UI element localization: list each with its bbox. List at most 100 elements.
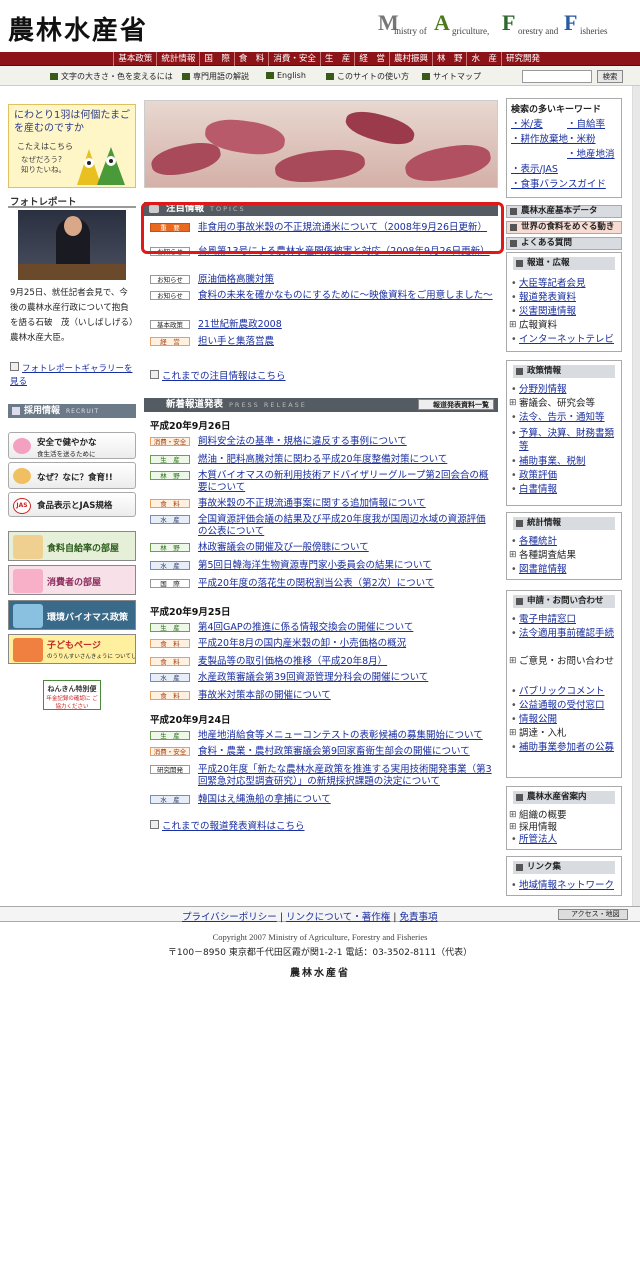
side-link[interactable]: 災害関連情報	[511, 305, 621, 318]
english-link[interactable]: English	[266, 71, 306, 80]
nav-item[interactable]: 基本政策	[113, 52, 156, 66]
press-link[interactable]: 木質バイオマスの新利用技術アドバイザリーグループ第2回会合の概要について	[198, 470, 494, 494]
keyword-link[interactable]: ・耕作放棄地	[511, 134, 568, 146]
side-link[interactable]: 予算、決算、財務書類等	[511, 427, 621, 453]
side-link[interactable]: 広報資料	[509, 319, 621, 332]
press-list-button[interactable]: 報道発表資料一覧	[418, 399, 494, 410]
side-link[interactable]: 各種調査結果	[509, 549, 621, 562]
topics-more-link[interactable]: これまでの注目情報はこちら	[150, 368, 286, 382]
search-input[interactable]	[522, 70, 592, 83]
side-link[interactable]: 大臣等記者会見	[511, 277, 621, 290]
topic-link[interactable]: 食料の未来を確かなものにするために～映像資料をご用意しました～	[198, 290, 494, 302]
search-button[interactable]: 検索	[597, 70, 623, 83]
faq-link[interactable]: よくある質問	[506, 237, 622, 250]
side-link[interactable]: 電子申請窓口	[511, 613, 621, 626]
press-link[interactable]: 第5回日韓海洋生物資源専門家小委員会の結果について	[198, 560, 494, 572]
page-scrollbar[interactable]	[632, 86, 640, 916]
basic-data-link[interactable]: 農林水産基本データ	[506, 205, 622, 218]
press-link[interactable]: 水産政策審議会第39回資源管理分科会の開催について	[198, 672, 494, 684]
nav-item[interactable]: 経 営	[354, 52, 389, 66]
press-link[interactable]: 食料・農業・農村政策審議会第9回家畜衛生部会の開催について	[198, 746, 494, 758]
consumer-banner[interactable]: 消費者の部屋	[8, 565, 136, 595]
side-link[interactable]: 審議会、研究会等	[509, 397, 621, 410]
side-link[interactable]: 法令、告示・通知等	[511, 411, 621, 424]
topic-link[interactable]: 原油価格高騰対策	[198, 274, 494, 286]
press-link[interactable]: 平成20年度の落花生の関税割当公表（第2次）について	[198, 578, 494, 590]
side-link[interactable]: 地域情報ネットワーク	[511, 879, 621, 892]
topic-link[interactable]: 担い手と集落営農	[198, 336, 494, 348]
family-icon	[13, 468, 31, 484]
keyword-link[interactable]: ・表示/JAS	[511, 164, 558, 176]
press-more-link[interactable]: これまでの報道発表資料はこちら	[150, 818, 305, 832]
nav-item[interactable]: 林 野	[431, 52, 467, 66]
category-tag: 水 産	[150, 673, 190, 682]
disclaimer-link[interactable]: 免責事項	[400, 912, 438, 923]
keyword-link[interactable]: ・米/麦	[511, 119, 543, 131]
press-link[interactable]: 第4回GAPの推進に係る情報交換会の開催について	[198, 622, 494, 634]
press-link[interactable]: 事故米対策本部の開催について	[198, 690, 494, 702]
jas-banner[interactable]: JAS 食品表示とJAS規格	[8, 492, 136, 517]
topic-link[interactable]: 21世紀新農政2008	[198, 319, 494, 331]
keyword-link[interactable]: ・自給率	[567, 119, 605, 131]
side-link[interactable]: インターネットテレビ	[511, 333, 621, 346]
press-link[interactable]: 全国資源評価会議の結果及び平成20年度我が国周辺水域の資源評価の公表について	[198, 514, 494, 538]
keyword-text: 自給率	[576, 119, 606, 130]
keyword-link[interactable]: ・食事バランスガイド	[511, 179, 606, 191]
press-link[interactable]: 平成20年度「新たな農林水産政策を推進する実用技術開発事業（第3回緊急対応型調査…	[198, 764, 494, 788]
world-food-link[interactable]: 世界の食料をめぐる動き	[506, 221, 622, 234]
side-link[interactable]: 補助事業参加者の公募	[511, 741, 621, 754]
how-to-link[interactable]: このサイトの使い方	[326, 71, 409, 82]
side-link[interactable]: 白書情報	[511, 483, 621, 496]
press-link[interactable]: 麦製品等の取引価格の推移（平成20年8月）	[198, 656, 494, 668]
biomass-banner[interactable]: 環境バイオマス政策	[8, 600, 136, 630]
nav-item[interactable]: 統計情報	[156, 52, 199, 66]
side-link[interactable]: 情報公開	[511, 713, 621, 726]
side-link[interactable]: ご意見・お問い合わせ	[509, 655, 621, 668]
keyword-link[interactable]: ・米粉	[567, 134, 596, 146]
pension-banner[interactable]: ねんきん特別便 年金記録の確認に ご協力ください	[43, 680, 101, 710]
side-link[interactable]: 公益通報の受付窓口	[511, 699, 621, 712]
side-link[interactable]: 政策評価	[511, 469, 621, 482]
press-link[interactable]: 燃油・肥料高騰対策に関わる平成20年度整備対策について	[198, 454, 494, 466]
side-link[interactable]: パブリックコメント	[511, 685, 621, 698]
recruit-bar[interactable]: 採用情報 RECRUIT	[8, 404, 136, 418]
side-link[interactable]: 調達・入札	[509, 727, 621, 740]
font-size-link[interactable]: 文字の大きさ・色を変えるには	[50, 71, 173, 82]
privacy-link[interactable]: プライバシーポリシー	[182, 912, 277, 923]
shokuiku-banner[interactable]: なぜ？なに？食育!!	[8, 462, 136, 489]
nav-item[interactable]: 国 際	[199, 52, 234, 66]
press-link[interactable]: 平成20年8月の国内産米穀の卸・小売価格の概況	[198, 638, 494, 650]
hero-banner[interactable]	[144, 100, 498, 188]
site-logo[interactable]: 農林水産省	[8, 10, 148, 47]
sitemap-link[interactable]: サイトマップ	[422, 71, 481, 82]
nav-item[interactable]: 農村振興	[388, 52, 432, 66]
nav-item[interactable]: 生 産	[319, 52, 355, 66]
nav-item[interactable]: 消費・安全	[268, 52, 320, 66]
quiz-answer-link[interactable]: こたえはこちら	[17, 141, 73, 152]
keyword-link[interactable]: ・地産地消	[567, 149, 615, 161]
side-link[interactable]: 法令適用事前確認手続	[511, 627, 621, 640]
press-link[interactable]: 林政審議会の開催及び一般傍聴について	[198, 542, 494, 554]
press-link[interactable]: 飼料安全法の基準・規格に違反する事例について	[198, 436, 494, 448]
side-link[interactable]: 所管法人	[511, 833, 621, 846]
minister-photo[interactable]	[18, 210, 126, 280]
nav-item[interactable]: 研究開発	[500, 52, 544, 66]
press-link[interactable]: 事故米穀の不正規流通事案に関する追加情報について	[198, 498, 494, 510]
self-sufficiency-banner[interactable]: 食料自給率の部屋	[8, 531, 136, 561]
side-link[interactable]: 報道発表資料	[511, 291, 621, 304]
glossary-link[interactable]: 専門用語の解説	[182, 71, 249, 82]
photo-gallery-link[interactable]: フォトレポートギャラリーを見る	[10, 362, 136, 389]
food-safety-banner[interactable]: 安全で健やかな 食生活を送るために	[8, 432, 136, 459]
side-link[interactable]: 各種統計	[511, 535, 621, 548]
nav-item[interactable]: 食 料	[233, 52, 269, 66]
press-link[interactable]: 地産地消給食等メニューコンテストの表彰候補の募集開始について	[198, 730, 494, 742]
side-link[interactable]: 分野別情報	[511, 383, 621, 396]
press-link[interactable]: 韓国はえ縄漁船の拿捕について	[198, 794, 494, 806]
quiz-banner[interactable]: にわとり1羽は何個たまご を産むのですか こたえはこちら なぜだろう? 知りたい…	[8, 104, 136, 188]
side-link[interactable]: 補助事業、税制	[511, 455, 621, 468]
access-map-button[interactable]: アクセス・地図	[558, 909, 628, 920]
side-link[interactable]: 図書館情報	[511, 563, 621, 576]
link-policy-link[interactable]: リンクについて・著作権	[286, 912, 390, 923]
kids-banner[interactable]: 子どもページ のうりんすいさんきょうに ついてしょうかいしています。	[8, 634, 136, 664]
nav-item[interactable]: 水 産	[466, 52, 501, 66]
